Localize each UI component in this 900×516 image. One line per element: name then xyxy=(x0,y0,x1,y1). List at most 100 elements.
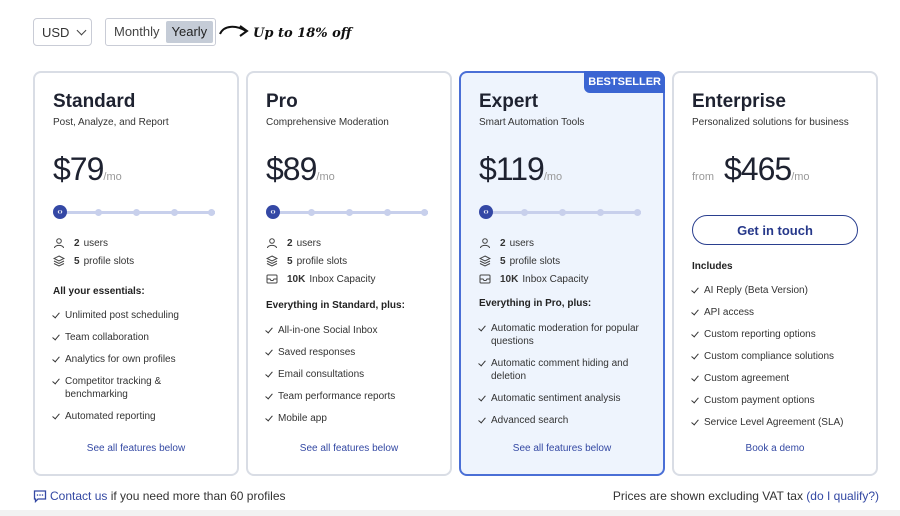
plan-card-expert: BESTSELLER Expert Smart Automation Tools… xyxy=(459,71,665,476)
features-title: All your essentials: xyxy=(53,286,145,297)
billing-yearly-option[interactable]: Yearly xyxy=(165,21,214,43)
features-title: Everything in Pro, plus: xyxy=(479,298,592,309)
feature-item: Mobile app xyxy=(266,412,436,425)
slider-step xyxy=(308,209,315,216)
slider-handle[interactable]: ‹› xyxy=(479,205,493,219)
slider-step xyxy=(384,209,391,216)
feature-item: Custom reporting options xyxy=(692,328,862,341)
plan-card-enterprise: Enterprise Personalized solutions for bu… xyxy=(672,71,878,476)
plan-price: $119/mo xyxy=(479,151,562,188)
qualify-link[interactable]: (do I qualify?) xyxy=(806,489,879,503)
feature-item: API access xyxy=(692,306,862,319)
price-amount: $79 xyxy=(53,151,104,187)
curved-arrow-icon xyxy=(219,25,249,37)
plan-price: from $465/mo xyxy=(692,151,810,188)
feature-item[interactable]: AI Reply (Beta Version) xyxy=(692,284,862,297)
users-label: users xyxy=(509,237,535,249)
plan-name: Enterprise xyxy=(692,91,786,112)
price-amount: $89 xyxy=(266,151,317,187)
users-count: 2 xyxy=(500,237,506,249)
features-list: AI Reply (Beta Version) API access Custo… xyxy=(692,284,862,438)
slider-step xyxy=(559,209,566,216)
contact-text: if you need more than 60 profiles xyxy=(110,489,286,503)
feature-item: Automatic comment hiding and deletion xyxy=(479,357,649,383)
plan-subtitle: Personalized solutions for business xyxy=(692,117,849,128)
inbox-label: Inbox Capacity xyxy=(309,273,376,285)
plan-card-standard: Standard Post, Analyze, and Report $79/m… xyxy=(33,71,239,476)
slider-step xyxy=(171,209,178,216)
slots-label: profile slots xyxy=(83,255,135,267)
users-stat: 2 users xyxy=(266,234,376,252)
get-in-touch-button[interactable]: Get in touch xyxy=(692,215,858,245)
feature-item: Automatic sentiment analysis xyxy=(479,392,649,405)
contact-us-link[interactable]: Contact us xyxy=(50,489,107,503)
plan-stats: 2 users 5 profile slots 10K Inbox Capacity xyxy=(266,234,376,288)
features-list: All-in-one Social Inbox Saved responses … xyxy=(266,324,436,434)
bottom-divider xyxy=(0,510,900,516)
feature-item: Team performance reports xyxy=(266,390,436,403)
user-icon xyxy=(267,238,277,249)
feature-item: Analytics for own profiles xyxy=(53,353,223,366)
feature-item: Saved responses xyxy=(266,346,436,359)
slots-count: 5 xyxy=(287,255,293,267)
slider-step xyxy=(597,209,604,216)
features-list: Unlimited post scheduling Team collabora… xyxy=(53,309,223,432)
currency-select[interactable]: USD xyxy=(33,18,92,46)
book-demo-link[interactable]: Book a demo xyxy=(674,443,876,454)
see-all-features-link[interactable]: See all features below xyxy=(35,443,237,454)
profile-slots-stat: 5 profile slots xyxy=(479,252,589,270)
contact-note: Contact us if you need more than 60 prof… xyxy=(33,489,286,503)
vat-note: Prices are shown excluding VAT tax (do I… xyxy=(613,489,879,503)
profile-slider[interactable]: ‹› xyxy=(266,205,428,219)
inbox-capacity-stat: 10K Inbox Capacity xyxy=(266,270,376,288)
price-period: /mo xyxy=(543,171,563,183)
plan-stats: 2 users 5 profile slots 10K Inbox Capacity xyxy=(479,234,589,288)
feature-item: Unlimited post scheduling xyxy=(53,309,223,322)
feature-item: Team collaboration xyxy=(53,331,223,344)
see-all-features-link[interactable]: See all features below xyxy=(461,443,663,454)
inbox-count: 10K xyxy=(287,273,306,285)
inbox-capacity-stat: 10K Inbox Capacity xyxy=(479,270,589,288)
layers-icon xyxy=(53,255,65,267)
profile-slider[interactable]: ‹› xyxy=(53,205,215,219)
profile-slider[interactable]: ‹› xyxy=(479,205,641,219)
pricing-controls: USD Monthly Yearly Up to 18% off xyxy=(33,18,893,46)
bestseller-badge: BESTSELLER xyxy=(584,71,665,93)
inbox-icon xyxy=(266,274,278,284)
billing-period-toggle: Monthly Yearly xyxy=(105,18,217,46)
plan-stats: 2 users 5 profile slots xyxy=(53,234,134,270)
user-icon xyxy=(54,238,64,249)
slider-handle[interactable]: ‹› xyxy=(266,205,280,219)
features-title: Everything in Standard, plus: xyxy=(266,300,405,311)
users-label: users xyxy=(296,237,322,249)
see-all-features-link[interactable]: See all features below xyxy=(248,443,450,454)
users-stat: 2 users xyxy=(479,234,589,252)
layers-icon xyxy=(479,255,491,267)
billing-monthly-option[interactable]: Monthly xyxy=(108,21,166,43)
price-period: /mo xyxy=(103,171,122,183)
feature-item: Custom payment options xyxy=(692,394,862,407)
slider-handle[interactable]: ‹› xyxy=(53,205,67,219)
price-amount: $119 xyxy=(479,151,545,187)
feature-item: Advanced search xyxy=(479,414,649,427)
feature-item: Custom agreement xyxy=(692,372,862,385)
slider-step xyxy=(634,209,641,216)
slots-count: 5 xyxy=(74,255,80,267)
inbox-count: 10K xyxy=(500,273,519,285)
features-list: Automatic moderation for popular questio… xyxy=(479,322,649,436)
users-count: 2 xyxy=(287,237,293,249)
inbox-label: Inbox Capacity xyxy=(522,273,589,285)
price-amount: $465 xyxy=(724,151,792,187)
features-title: Includes xyxy=(692,261,733,272)
price-prefix: from xyxy=(692,171,714,183)
feature-item: Automatic moderation for popular questio… xyxy=(479,322,649,348)
pricing-footer: Contact us if you need more than 60 prof… xyxy=(33,489,879,505)
plan-subtitle: Smart Automation Tools xyxy=(479,117,585,128)
slots-label: profile slots xyxy=(509,255,561,267)
slider-step xyxy=(521,209,528,216)
plan-price: $89/mo xyxy=(266,151,335,188)
slider-step xyxy=(421,209,428,216)
feature-item: Service Level Agreement (SLA) xyxy=(692,416,862,429)
layers-icon xyxy=(266,255,278,267)
slots-label: profile slots xyxy=(296,255,348,267)
